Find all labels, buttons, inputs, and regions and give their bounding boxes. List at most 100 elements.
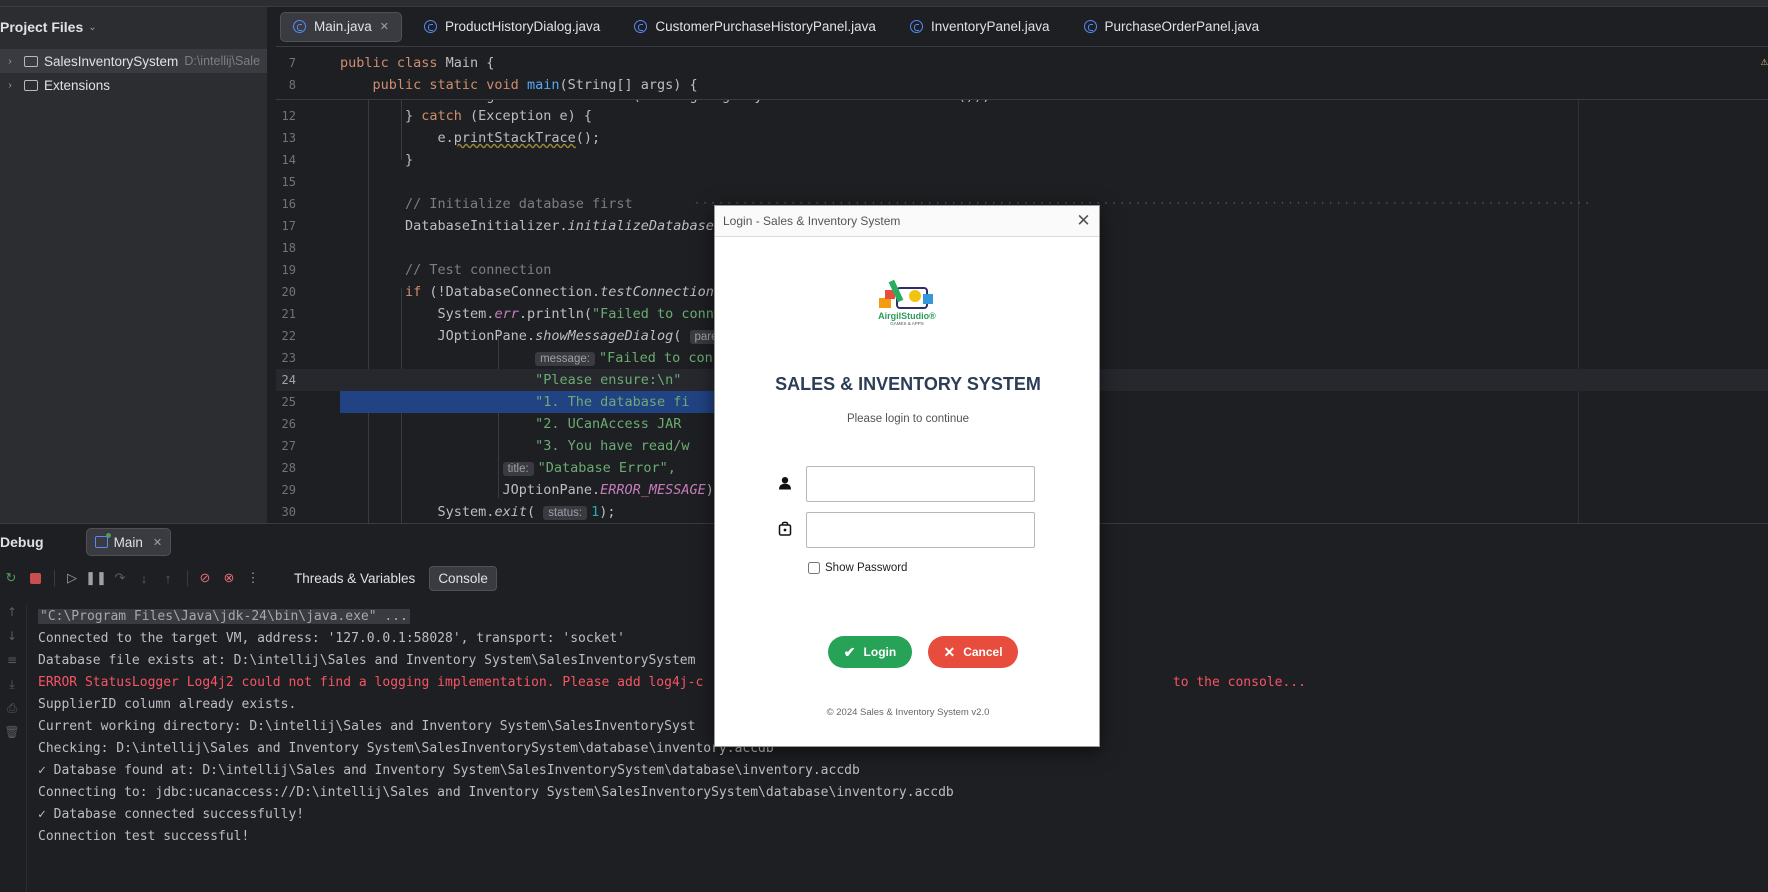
- console-output[interactable]: "C:\Program Files\Java\jdk-24\bin\java.e…: [38, 605, 1306, 847]
- tab-customer-purchase-history-panel[interactable]: CustomerPurchaseHistoryPanel.java: [622, 12, 888, 42]
- tab-product-history-dialog[interactable]: ProductHistoryDialog.java: [412, 12, 612, 42]
- tree-item-sales-inventory-system[interactable]: › SalesInventorySystem D:\intellij\Sale: [0, 49, 267, 73]
- console-line: Connected to the target VM, address: '12…: [38, 630, 625, 646]
- mute-breakpoints-icon[interactable]: ⊗: [218, 567, 240, 589]
- dialog-heading: SALES & INVENTORY SYSTEM: [775, 374, 1041, 394]
- editor-tabs: Main.java ✕ ProductHistoryDialog.java Cu…: [276, 7, 1768, 47]
- login-dialog: Login - Sales & Inventory System ✕ Airgi…: [714, 205, 1100, 747]
- code-text: JOptionPane.ERROR_MESSAGE);: [340, 482, 722, 498]
- tree-item-extensions[interactable]: › Extensions: [0, 73, 267, 97]
- line-number: 27: [281, 439, 296, 453]
- more-options-icon[interactable]: ⋮: [242, 567, 264, 589]
- chevron-down-icon[interactable]: ⌄: [88, 22, 96, 33]
- x-icon: ✕: [943, 643, 956, 660]
- debug-title: Debug: [0, 534, 44, 550]
- view-breakpoints-icon[interactable]: ⊘: [194, 567, 216, 589]
- close-icon[interactable]: ✕: [380, 20, 389, 33]
- username-input[interactable]: [806, 466, 1035, 502]
- close-icon[interactable]: ✕: [153, 536, 162, 549]
- resume-icon[interactable]: ▷: [61, 567, 83, 589]
- tab-main-java[interactable]: Main.java ✕: [280, 11, 402, 42]
- stop-icon[interactable]: [24, 567, 46, 589]
- step-out-icon[interactable]: ↑: [157, 567, 179, 589]
- code-line: 15: [276, 171, 1768, 193]
- line-number: 12: [281, 109, 296, 123]
- code-text: "Please ensure:\n": [340, 372, 682, 388]
- tab-console[interactable]: Console: [429, 565, 497, 591]
- scroll-down-icon[interactable]: ↓: [0, 629, 24, 653]
- line-number: 22: [281, 329, 296, 343]
- line-number: 18: [281, 241, 296, 255]
- tab-label: Main.java: [314, 19, 372, 34]
- toolbar-divider: [187, 570, 188, 586]
- username-row: [777, 466, 1047, 502]
- code-text: DatabaseInitializer.initializeDatabase(: [340, 218, 722, 234]
- console-line: ✓ Database connected successfully!: [38, 806, 305, 822]
- tab-threads-variables[interactable]: Threads & Variables: [286, 567, 423, 590]
- clear-all-icon[interactable]: 🗑: [0, 725, 24, 749]
- project-files-header[interactable]: Project Files ⌄: [0, 7, 267, 47]
- dialog-titlebar[interactable]: Login - Sales & Inventory System ✕: [715, 206, 1099, 237]
- toolbar-divider: [54, 570, 55, 586]
- soft-wrap-icon[interactable]: ≡: [0, 653, 24, 677]
- password-input[interactable]: [806, 512, 1035, 548]
- code-line: 14 }: [276, 149, 1768, 171]
- sticky-lines[interactable]: 7 public class Main { 8 public static vo…: [276, 48, 1768, 100]
- password-row: [777, 512, 1047, 548]
- rerun-icon[interactable]: ↻: [0, 567, 22, 589]
- show-password-toggle[interactable]: Show Password: [808, 562, 907, 574]
- code-line: 12 } catch (Exception e) {: [276, 105, 1768, 127]
- console-side-toolbar: ↑ ↓ ≡ ⤓ ⎙ 🗑: [0, 605, 24, 749]
- java-class-icon: [909, 20, 923, 33]
- line-number: 19: [281, 263, 296, 277]
- console-line: Connecting to: jdbc:ucanaccess://D:\inte…: [38, 784, 954, 800]
- line-number: 16: [281, 197, 296, 211]
- company-logo: AirgilStudio® GAMES & APPS: [867, 276, 947, 336]
- print-icon[interactable]: ⎙: [0, 701, 24, 725]
- line-number: 24: [281, 373, 296, 387]
- tab-label: CustomerPurchaseHistoryPanel.java: [655, 19, 876, 34]
- user-icon: [777, 476, 793, 493]
- code-text: message: "Failed to connect: [340, 350, 745, 366]
- warning-icon[interactable]: ⚠: [1761, 54, 1768, 68]
- cancel-button[interactable]: ✕ Cancel: [928, 636, 1018, 668]
- close-icon[interactable]: ✕: [1068, 206, 1099, 236]
- tab-label: InventoryPanel.java: [930, 19, 1050, 34]
- console-command: "C:\Program Files\Java\jdk-24\bin\java.e…: [38, 608, 410, 624]
- scroll-up-icon[interactable]: ↑: [0, 605, 24, 629]
- console-line: ✓ Database found at: D:\intellij\Sales a…: [38, 762, 860, 778]
- tab-inventory-panel[interactable]: InventoryPanel.java: [898, 12, 1062, 42]
- folder-icon: [24, 79, 38, 91]
- run-config-icon: [94, 533, 111, 548]
- param-hint-title: title:: [502, 462, 534, 476]
- code-text: } catch (Exception e) {: [340, 108, 592, 124]
- chevron-right-icon[interactable]: ›: [2, 56, 18, 67]
- code-text: public static void main(String[] args) {: [340, 77, 698, 93]
- param-hint-status: status:: [543, 506, 588, 520]
- show-password-checkbox[interactable]: [808, 562, 820, 574]
- check-icon: ✔: [843, 643, 856, 660]
- pause-icon[interactable]: ❚❚: [85, 567, 107, 589]
- debug-session-tab[interactable]: Main ✕: [85, 528, 172, 556]
- java-class-icon: [1083, 20, 1097, 33]
- debug-session-label: Main: [113, 534, 143, 550]
- line-number: 13: [281, 131, 296, 145]
- line-number: 14: [281, 153, 296, 167]
- tab-purchase-order-panel[interactable]: PurchaseOrderPanel.java: [1072, 12, 1272, 42]
- step-over-icon[interactable]: ↷: [109, 567, 131, 589]
- chevron-right-icon[interactable]: ›: [2, 80, 18, 91]
- console-line: SupplierID column already exists.: [38, 696, 297, 712]
- code-text: JOptionPane.showMessageDialog( paren: [340, 328, 733, 344]
- string-literal: "Database Error",: [537, 460, 676, 476]
- line-number: 28: [281, 461, 296, 475]
- code-comment: // Initialize database first: [340, 196, 633, 212]
- login-button[interactable]: ✔ Login: [828, 636, 912, 668]
- step-into-icon[interactable]: ↓: [133, 567, 155, 589]
- scroll-to-end-icon[interactable]: ⤓: [0, 677, 24, 701]
- project-files-title: Project Files: [0, 19, 84, 35]
- code-text: }: [340, 152, 414, 168]
- login-button-label: Login: [863, 645, 897, 659]
- dialog-title: Login - Sales & Inventory System: [723, 214, 901, 228]
- line-number: 20: [281, 285, 296, 299]
- console-line: "C:\Program Files\Java\jdk-24\bin\java.e…: [38, 605, 1306, 627]
